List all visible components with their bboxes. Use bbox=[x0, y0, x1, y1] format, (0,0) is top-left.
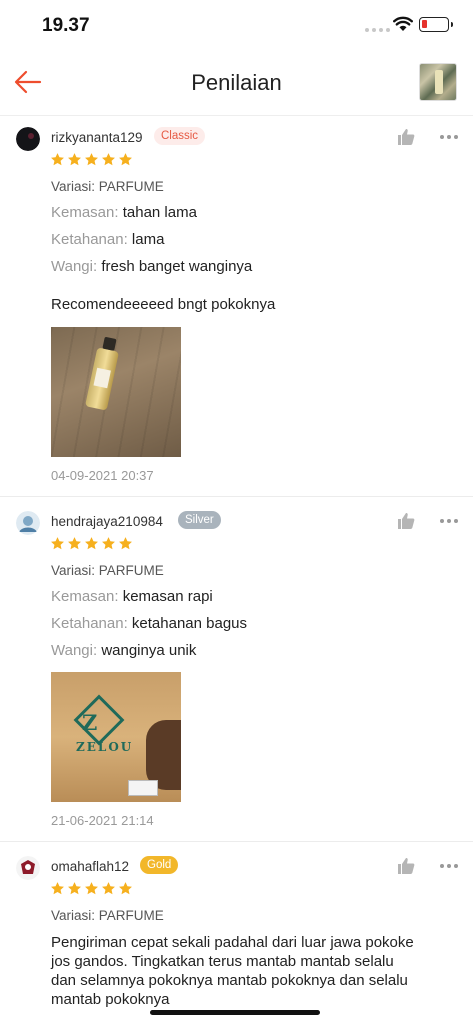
star-icon bbox=[51, 882, 64, 895]
attribute-durability: Ketahanan: lama bbox=[51, 231, 165, 248]
reviewer-username: omahaflah12 bbox=[51, 859, 130, 874]
star-rating bbox=[50, 881, 133, 896]
thumbs-up-icon[interactable] bbox=[396, 127, 416, 147]
status-bar: 19.37 bbox=[0, 0, 473, 50]
attribute-durability: Ketahanan: ketahanan bagus bbox=[51, 615, 248, 632]
wifi-icon bbox=[393, 16, 413, 31]
status-time: 19.37 bbox=[42, 15, 90, 36]
divider bbox=[0, 496, 473, 497]
member-tier-badge: Silver bbox=[178, 511, 221, 529]
reviewer-username: rizkyananta129 bbox=[51, 130, 143, 145]
user-avatar[interactable] bbox=[16, 511, 40, 535]
star-icon bbox=[85, 153, 98, 166]
star-icon bbox=[68, 153, 81, 166]
star-icon bbox=[85, 537, 98, 550]
user-avatar[interactable] bbox=[16, 856, 40, 880]
member-tier-badge: Gold bbox=[140, 856, 179, 874]
product-thumbnail[interactable] bbox=[419, 63, 457, 101]
divider bbox=[0, 841, 473, 842]
review-photo[interactable]: Z ZELOU bbox=[51, 672, 181, 802]
star-rating bbox=[50, 536, 133, 551]
star-icon bbox=[119, 882, 132, 895]
star-icon bbox=[119, 537, 132, 550]
review-date: 21-06-2021 21:14 bbox=[51, 813, 154, 828]
photo-brand-text: ZELOU bbox=[76, 740, 134, 754]
star-icon bbox=[68, 537, 81, 550]
star-icon bbox=[102, 153, 115, 166]
review-date: 04-09-2021 20:37 bbox=[51, 468, 154, 483]
photo-logo-mark: Z bbox=[82, 710, 98, 735]
star-icon bbox=[85, 882, 98, 895]
battery-icon bbox=[419, 17, 453, 32]
star-icon bbox=[119, 153, 132, 166]
product-variation: Variasi: PARFUME bbox=[51, 563, 164, 578]
page-title: Penilaian bbox=[191, 70, 282, 95]
review-comment: Recomendeeeeed bngt pokoknya bbox=[51, 296, 276, 313]
star-icon bbox=[102, 537, 115, 550]
review-comment: Pengiriman cepat sekali padahal dari lua… bbox=[51, 934, 414, 1008]
star-rating bbox=[50, 152, 133, 167]
star-icon bbox=[51, 537, 64, 550]
review-photo[interactable] bbox=[51, 327, 181, 457]
reviewer-username: hendrajaya210984 bbox=[51, 514, 163, 529]
attribute-scent: Wangi: fresh banget wanginya bbox=[51, 258, 253, 275]
star-icon bbox=[68, 882, 81, 895]
user-avatar[interactable] bbox=[16, 127, 40, 151]
thumbs-up-icon[interactable] bbox=[396, 856, 416, 876]
attribute-scent: Wangi: wanginya unik bbox=[51, 642, 197, 659]
member-tier-badge: Classic bbox=[154, 127, 206, 145]
thumbs-up-icon[interactable] bbox=[396, 511, 416, 531]
more-options-icon[interactable] bbox=[440, 519, 458, 523]
star-icon bbox=[51, 153, 64, 166]
cellular-signal-icon bbox=[365, 28, 390, 32]
more-options-icon[interactable] bbox=[440, 864, 458, 868]
header: Penilaian bbox=[0, 50, 473, 116]
product-variation: Variasi: PARFUME bbox=[51, 179, 164, 194]
attribute-packaging: Kemasan: tahan lama bbox=[51, 204, 197, 221]
product-variation: Variasi: PARFUME bbox=[51, 908, 164, 923]
star-icon bbox=[102, 882, 115, 895]
attribute-packaging: Kemasan: kemasan rapi bbox=[51, 588, 213, 605]
home-indicator bbox=[150, 1010, 320, 1015]
more-options-icon[interactable] bbox=[440, 135, 458, 139]
